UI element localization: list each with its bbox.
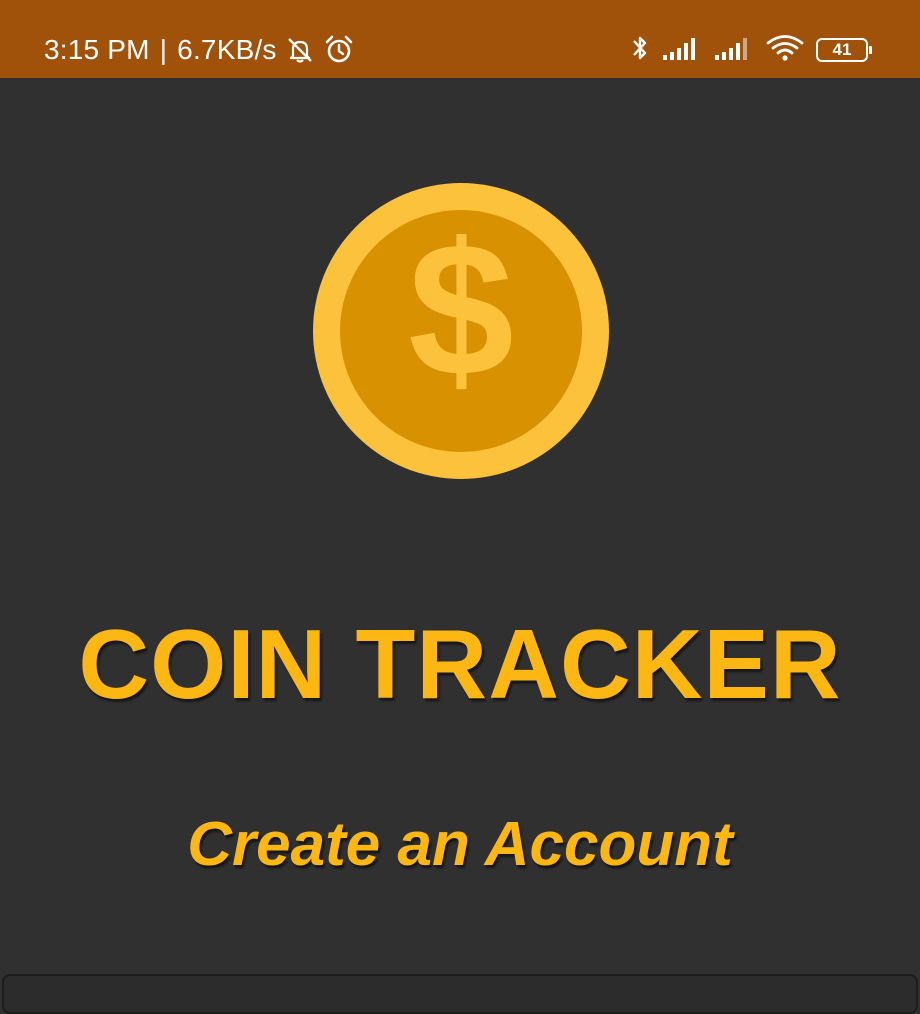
- battery-icon: 41: [816, 38, 872, 62]
- page-subtitle: Create an Account: [187, 810, 733, 879]
- bell-off-icon: [285, 35, 315, 65]
- alarm-icon: [323, 34, 355, 66]
- signal-icon: [714, 35, 754, 66]
- battery-level: 41: [832, 40, 852, 59]
- signal-icon: [662, 35, 702, 66]
- dollar-sign: $: [408, 204, 514, 416]
- status-bar: 3:15 PM | 6.7KB/s 41: [0, 0, 920, 78]
- network-speed: 6.7KB/s: [177, 34, 277, 65]
- app-title: COIN TRACKER: [78, 609, 842, 719]
- status-separator: |: [159, 34, 168, 65]
- wifi-icon: [766, 34, 804, 67]
- status-time: 3:15 PM: [44, 34, 150, 65]
- bluetooth-icon: [630, 33, 650, 68]
- status-left: 3:15 PM | 6.7KB/s: [44, 0, 355, 100]
- input-field[interactable]: [2, 974, 918, 1014]
- dollar-coin-icon: $: [313, 183, 609, 484]
- status-right: 41: [630, 0, 872, 100]
